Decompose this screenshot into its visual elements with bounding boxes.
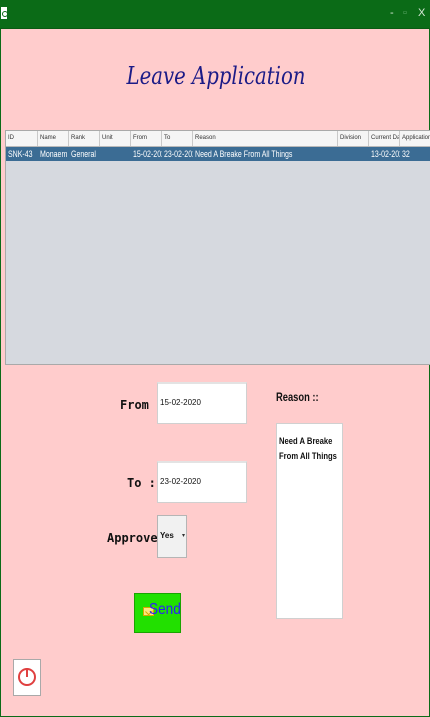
to-date-field[interactable]: 23-02-2020 bbox=[157, 461, 247, 503]
table-header: ID Name Rank Unit From To Reason Divisio… bbox=[6, 131, 430, 147]
table-cell-application-id: 32 bbox=[402, 149, 410, 159]
app-icon bbox=[0, 6, 8, 20]
table-cell-name: Monaem K... bbox=[40, 149, 69, 159]
reason-textarea[interactable]: Need A Breake From All Things bbox=[276, 423, 343, 619]
leave-table[interactable]: ID Name Rank Unit From To Reason Divisio… bbox=[5, 130, 430, 365]
table-cell-id: SNK-43 bbox=[8, 149, 33, 159]
to-label: To : bbox=[127, 476, 156, 490]
column-header-current-date[interactable]: Current Date bbox=[369, 131, 400, 146]
table-cell-rank: General bbox=[71, 149, 96, 159]
table-cell-to: 23-02-2020 bbox=[164, 149, 193, 159]
title-bar: - ▫ X bbox=[0, 0, 430, 29]
power-icon bbox=[18, 668, 36, 686]
page-title: Leave Application bbox=[126, 62, 306, 90]
table-cell-reason: Need A Breake From All Things bbox=[195, 149, 293, 159]
column-header-from[interactable]: From bbox=[131, 131, 162, 146]
table-row[interactable]: SNK-43 Monaem K... General 15-02-2020 23… bbox=[6, 147, 430, 161]
table-cell-from: 15-02-2020 bbox=[133, 149, 162, 159]
column-header-name[interactable]: Name bbox=[38, 131, 69, 146]
table-cell-unit bbox=[100, 147, 131, 161]
approve-select-value: Yes bbox=[160, 531, 174, 540]
exit-button[interactable] bbox=[13, 659, 41, 696]
minimize-button[interactable]: - bbox=[390, 6, 394, 20]
close-button[interactable]: X bbox=[418, 6, 425, 20]
chevron-down-icon: ▾ bbox=[181, 533, 185, 539]
column-header-unit[interactable]: Unit bbox=[100, 131, 131, 146]
to-date-value: 23-02-2020 bbox=[160, 477, 201, 486]
send-button-label: Send bbox=[149, 601, 181, 618]
table-cell-current-date: 13-02-2020 bbox=[371, 149, 400, 159]
from-date-value: 15-02-2020 bbox=[160, 398, 201, 407]
column-header-rank[interactable]: Rank bbox=[69, 131, 100, 146]
reason-label: Reason :: bbox=[276, 390, 319, 404]
reason-text: Need A Breake From All Things bbox=[279, 436, 337, 461]
column-header-id[interactable]: ID bbox=[6, 131, 38, 146]
approve-select[interactable]: Yes ▾ bbox=[157, 515, 187, 558]
table-cell-division bbox=[338, 147, 369, 161]
send-button[interactable]: Send bbox=[134, 593, 181, 633]
maximize-button[interactable]: ▫ bbox=[403, 6, 407, 20]
column-header-application-id[interactable]: Application Id bbox=[400, 131, 430, 146]
column-header-reason[interactable]: Reason bbox=[193, 131, 338, 146]
column-header-to[interactable]: To bbox=[162, 131, 193, 146]
main-panel: Leave Application ID Name Rank Unit From… bbox=[0, 29, 430, 717]
from-date-field[interactable]: 15-02-2020 bbox=[157, 382, 247, 424]
column-header-division[interactable]: Division bbox=[338, 131, 369, 146]
